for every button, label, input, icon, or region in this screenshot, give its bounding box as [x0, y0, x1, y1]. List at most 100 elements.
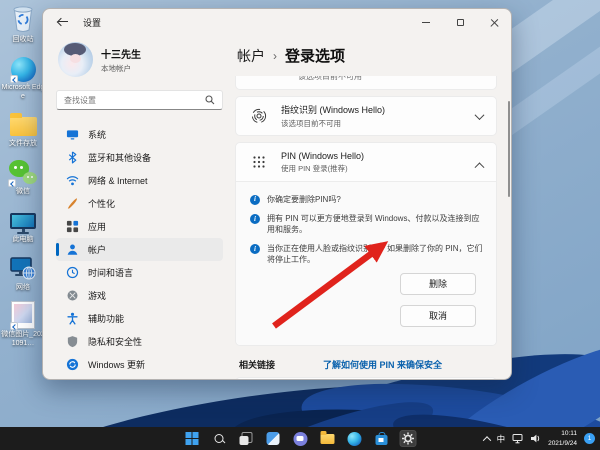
pin-message-row: i 当你正在使用人脸或指纹识别时，如果删除了你的 PIN，它们将停止工作。 — [250, 244, 484, 265]
desktop-icon-label: 此电脑 — [13, 236, 34, 245]
sidebar-item-time-language[interactable]: 时间和语言 — [56, 261, 223, 284]
sidebar-item-label: 帐户 — [88, 243, 106, 256]
sidebar-item-bluetooth-devices[interactable]: 蓝牙和其他设备 — [56, 146, 223, 169]
volume-icon[interactable] — [530, 433, 541, 444]
taskbar-search-button[interactable] — [211, 430, 228, 447]
ime-indicator[interactable]: 中 — [497, 433, 506, 445]
accounts-person-icon — [66, 243, 79, 256]
pin-confirm-question: 你确定要删除PIN吗? — [267, 195, 341, 205]
chevron-up-icon[interactable] — [475, 162, 485, 172]
desktop-icon-image-file[interactable]: 微信图片_2021091… — [0, 299, 46, 349]
store-button[interactable] — [373, 430, 390, 447]
this-pc-icon — [10, 204, 36, 234]
sidebar-item-windows-update[interactable]: Windows 更新 — [56, 353, 223, 376]
system-icon — [66, 128, 79, 141]
network-places-icon — [9, 252, 37, 282]
sidebar-item-network-internet[interactable]: 网络 & Internet — [56, 169, 223, 192]
xbox-gaming-icon — [66, 289, 79, 302]
file-explorer-button[interactable] — [319, 430, 336, 447]
tray-expand-chevron-icon[interactable] — [482, 436, 490, 444]
pin-delete-confirmation: i 你确定要删除PIN吗? i 拥有 PIN 可以更方便地登录到 Windows… — [236, 181, 496, 345]
sidebar-item-label: 蓝牙和其他设备 — [88, 151, 151, 164]
sidebar-item-privacy-security[interactable]: 隐私和安全性 — [56, 330, 223, 353]
search-input[interactable] — [64, 96, 205, 105]
signin-options-page: 帐户 › 登录选项 该选项目前不可用 指纹识别 (Windows Hello) … — [231, 35, 511, 380]
close-icon — [490, 18, 499, 27]
account-type: 本地帐户 — [101, 63, 141, 74]
chat-button[interactable] — [292, 430, 309, 447]
desktop-icon-edge[interactable]: Microsoft Edge — [0, 52, 46, 102]
settings-sidebar: 十三先生 本地帐户 系统 蓝牙和其他设备 — [43, 35, 231, 380]
chevron-down-icon[interactable] — [475, 110, 485, 120]
maximize-button[interactable] — [443, 9, 477, 35]
shortcut-arrow-icon — [10, 322, 18, 330]
pin-security-help-link[interactable]: 了解如何使用 PIN 来确保安全 — [323, 358, 442, 371]
accessibility-icon — [66, 312, 79, 325]
breadcrumb-accounts[interactable]: 帐户 — [237, 46, 265, 66]
pin-message-row: i 拥有 PIN 可以更方便地登录到 Windows、付款以及连接到应用和服务。 — [250, 214, 484, 235]
sidebar-item-label: 个性化 — [88, 197, 115, 210]
desktop-icon-column: 回收站 Microsoft Edge 文件存放 微信 此电脑 — [0, 4, 46, 356]
chat-icon — [293, 432, 307, 446]
sidebar-item-system[interactable]: 系统 — [56, 123, 223, 146]
desktop-icon-recycle-bin[interactable]: 回收站 — [0, 4, 46, 45]
content-scrollbar[interactable] — [508, 101, 510, 197]
sidebar-item-apps[interactable]: 应用 — [56, 215, 223, 238]
clock[interactable]: 10:11 2021/9/24 — [548, 429, 577, 447]
network-tray-icon[interactable] — [512, 433, 523, 444]
desktop-icon-wechat[interactable]: 微信 — [0, 156, 46, 197]
edge-button[interactable] — [346, 430, 363, 447]
windows-update-icon — [66, 358, 79, 371]
delete-pin-button[interactable]: 删除 — [400, 273, 476, 295]
shortcut-arrow-icon — [8, 179, 16, 187]
wechat-icon — [9, 156, 37, 186]
titlebar[interactable]: 设置 — [43, 9, 511, 35]
desktop-icon-label: 网络 — [16, 284, 30, 293]
settings-gear-icon — [402, 432, 415, 445]
desktop-icon-label: Microsoft Edge — [1, 84, 45, 102]
sidebar-item-accessibility[interactable]: 辅助功能 — [56, 307, 223, 330]
minimize-button[interactable] — [409, 9, 443, 35]
desktop-icon-this-pc[interactable]: 此电脑 — [0, 204, 46, 245]
desktop-icon-folder[interactable]: 文件存放 — [0, 108, 46, 149]
sidebar-item-label: 辅助功能 — [88, 312, 124, 325]
sidebar-item-label: Windows 更新 — [88, 358, 145, 371]
related-links-row: 相关链接 了解如何使用 PIN 来确保安全 — [239, 358, 497, 371]
desktop-icon-label: 回收站 — [13, 36, 34, 45]
sidebar-item-gaming[interactable]: 游戏 — [56, 284, 223, 307]
info-icon: i — [250, 244, 260, 254]
avatar — [58, 42, 93, 77]
page-title: 登录选项 — [285, 45, 345, 66]
settings-window: 设置 十三先生 本地帐户 — [42, 8, 512, 380]
personalization-brush-icon — [66, 197, 79, 210]
sidebar-item-accounts[interactable]: 帐户 — [56, 238, 223, 261]
desktop-icon-network[interactable]: 网络 — [0, 252, 46, 293]
sidebar-item-personalization[interactable]: 个性化 — [56, 192, 223, 215]
search-icon — [213, 433, 225, 445]
notification-badge[interactable]: 1 — [584, 433, 595, 444]
user-profile[interactable]: 十三先生 本地帐户 — [58, 42, 223, 77]
pin-title: PIN (Windows Hello) — [281, 151, 364, 161]
sidebar-item-label: 应用 — [88, 220, 106, 233]
sidebar-item-label: 时间和语言 — [88, 266, 133, 279]
security-key-card[interactable]: 安全密钥 使用物理安全密钥登录 — [235, 377, 497, 380]
image-file-icon — [11, 299, 35, 329]
widgets-button[interactable] — [265, 430, 282, 447]
close-button[interactable] — [477, 9, 511, 35]
cancel-button[interactable]: 取消 — [400, 305, 476, 327]
fingerprint-card[interactable]: 指纹识别 (Windows Hello) 该选项目前不可用 — [235, 96, 497, 136]
breadcrumb: 帐户 › 登录选项 — [237, 45, 497, 66]
tray-date: 2021/9/24 — [548, 439, 577, 448]
settings-app-button[interactable] — [400, 430, 417, 447]
settings-search-box[interactable] — [56, 90, 223, 110]
start-button[interactable] — [184, 430, 201, 447]
clock-icon — [66, 266, 79, 279]
wifi-icon — [66, 174, 79, 187]
task-view-button[interactable] — [238, 430, 255, 447]
back-arrow-icon[interactable] — [56, 15, 70, 29]
task-view-icon — [240, 432, 253, 445]
pin-warning-message: 当你正在使用人脸或指纹识别时，如果删除了你的 PIN，它们将停止工作。 — [267, 244, 484, 265]
pin-card-header[interactable]: PIN (Windows Hello) 使用 PIN 登录(推荐) — [236, 143, 496, 181]
fingerprint-title: 指纹识别 (Windows Hello) — [281, 103, 385, 116]
fingerprint-subtitle: 该选项目前不可用 — [281, 118, 385, 129]
